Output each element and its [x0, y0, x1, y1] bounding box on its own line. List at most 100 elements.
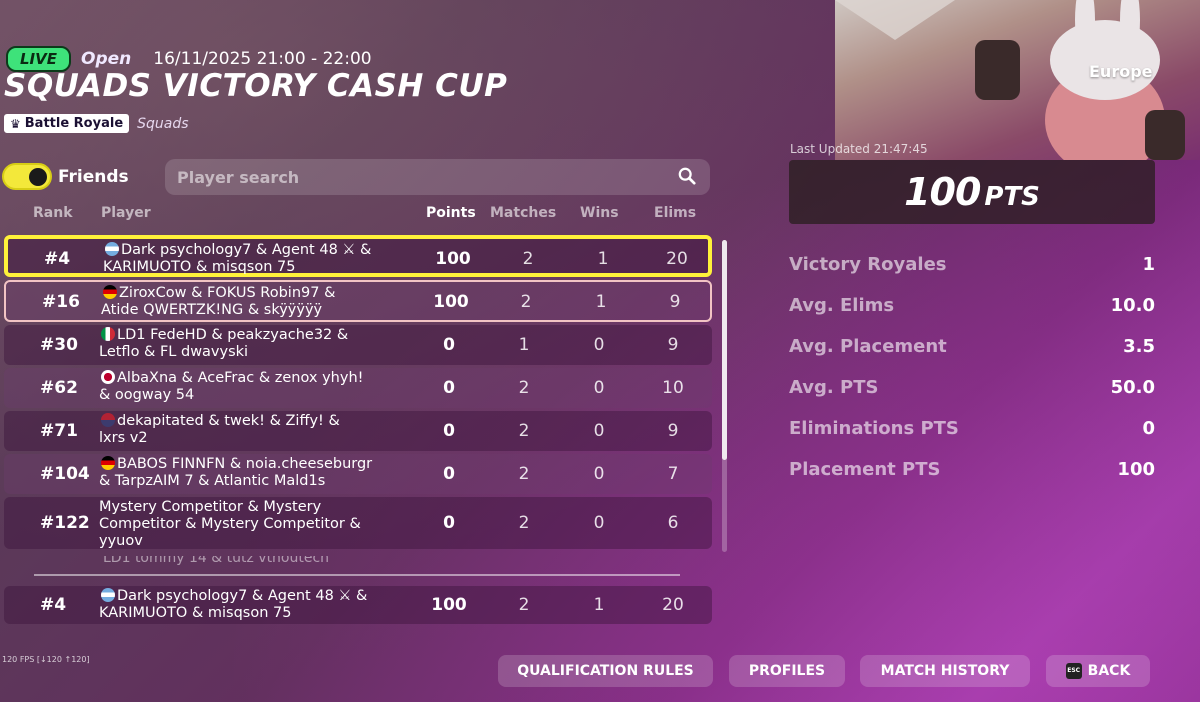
table-row[interactable]: #62 AlbaXna & AceFrac & zenox yhyh! & oo… — [4, 368, 712, 408]
esc-key-icon: ESC — [1065, 663, 1082, 679]
stat-value: 1 — [1142, 254, 1155, 275]
row-wins: 1 — [593, 595, 605, 615]
stat-label: Avg. PTS — [789, 377, 879, 398]
table-row[interactable]: #30 LD1 FedeHD & peakzyache32 & Letflo &… — [4, 325, 712, 365]
back-label: BACK — [1087, 663, 1131, 679]
flag-icon — [101, 370, 115, 384]
row-matches: 2 — [518, 595, 530, 615]
player-line: Dark psychology7 & Agent 48 ⚔ & — [121, 242, 372, 258]
friends-toggle[interactable] — [2, 163, 52, 190]
row-elims: 9 — [669, 292, 681, 312]
stat-label: Placement PTS — [789, 459, 941, 480]
stat-value: 10.0 — [1110, 295, 1155, 316]
player-line: Competitor & Mystery Competitor & — [99, 516, 361, 532]
fps-counter: 120 FPS [↓120 ↑120] — [2, 655, 90, 664]
row-matches: 2 — [518, 513, 530, 533]
player-line: AlbaXna & AceFrac & zenox yhyh! — [117, 370, 364, 386]
player-line: KARIMUOTO & misqson 75 — [103, 259, 296, 275]
player-line: & TarpzAIM 7 & Atlantic Mald1s — [99, 473, 326, 489]
search-icon[interactable] — [678, 167, 696, 185]
row-wins: 1 — [595, 292, 607, 312]
flag-icon — [103, 285, 117, 299]
stat-row: Avg. PTS 50.0 — [789, 377, 1155, 401]
row-elims: 9 — [667, 421, 679, 441]
event-title: SQUADS VICTORY CASH CUP — [4, 68, 508, 104]
stat-value: 50.0 — [1110, 377, 1155, 398]
player-line: KARIMUOTO & misqson 75 — [99, 605, 292, 621]
row-points: 0 — [443, 464, 455, 484]
pinned-row[interactable]: #4 Dark psychology7 & Agent 48 ⚔ & KARIM… — [4, 586, 712, 624]
mode-sub-label: Squads — [137, 115, 189, 132]
row-player: ZiroxCow & FOKUS Robin97 & Atide QWERTZK… — [101, 285, 411, 319]
flag-icon — [105, 242, 119, 256]
mode-tag-label: Battle Royale — [24, 116, 124, 131]
row-player: dekapitated & twek! & Ziffy! & lxrs v2 — [99, 413, 409, 447]
player-line: BABOS FINNFN & noia.cheeseburgr — [117, 456, 373, 472]
player-line: lxrs v2 — [99, 430, 148, 446]
scrollbar-thumb[interactable] — [722, 240, 727, 460]
row-wins: 0 — [593, 378, 605, 398]
row-matches: 2 — [518, 421, 530, 441]
divider — [34, 574, 680, 576]
row-elims: 20 — [666, 249, 688, 269]
stat-value: 0 — [1142, 418, 1155, 439]
col-wins: Wins — [580, 205, 619, 221]
row-matches: 2 — [518, 378, 530, 398]
row-elims: 20 — [662, 595, 684, 615]
row-rank: #4 — [40, 595, 67, 615]
profiles-button[interactable]: PROFILES — [729, 655, 845, 687]
row-wins: 1 — [597, 249, 609, 269]
table-row[interactable]: #4 Dark psychology7 & Agent 48 ⚔ & KARIM… — [4, 235, 712, 277]
stat-label: Victory Royales — [789, 254, 947, 275]
row-wins: 0 — [593, 464, 605, 484]
search-placeholder: Player search — [177, 168, 300, 187]
row-rank: #16 — [42, 292, 80, 312]
table-scrollbar[interactable] — [722, 240, 727, 552]
row-rank: #30 — [40, 335, 78, 355]
row-elims: 10 — [662, 378, 684, 398]
crown-icon: ♛ — [10, 116, 21, 131]
last-updated: Last Updated 21:47:45 — [790, 142, 928, 156]
match-history-button[interactable]: MATCH HISTORY — [860, 655, 1030, 687]
table-row[interactable]: #104 BABOS FINNFN & noia.cheeseburgr & T… — [4, 454, 712, 494]
player-line: dekapitated & twek! & Ziffy! & — [117, 413, 340, 429]
player-line: LD1 FedeHD & peakzyache32 & — [117, 327, 349, 343]
table-row[interactable]: #71 dekapitated & twek! & Ziffy! & lxrs … — [4, 411, 712, 451]
row-points: 100 — [433, 292, 469, 312]
table-row[interactable]: #122 Mystery Competitor & Mystery Compet… — [4, 497, 712, 549]
row-matches: 1 — [518, 335, 530, 355]
stat-value: 3.5 — [1123, 336, 1155, 357]
qualification-rules-button[interactable]: QUALIFICATION RULES — [498, 655, 713, 687]
player-line: & oogway 54 — [99, 387, 195, 403]
row-wins: 0 — [593, 513, 605, 533]
mode-row: ♛ Battle Royale Squads — [4, 114, 189, 133]
player-line: yyuov — [99, 533, 143, 549]
row-wins: 0 — [593, 421, 605, 441]
stat-label: Eliminations PTS — [789, 418, 959, 439]
back-button[interactable]: ESC BACK — [1046, 655, 1150, 687]
row-player: AlbaXna & AceFrac & zenox yhyh! & oogway… — [99, 370, 409, 404]
total-points-unit: PTS — [984, 182, 1040, 212]
player-line: Atide QWERTZK!NG & skÿÿÿÿÿ — [101, 302, 323, 318]
table-row[interactable]: #16 ZiroxCow & FOKUS Robin97 & Atide QWE… — [4, 280, 712, 322]
col-matches: Matches — [490, 205, 557, 221]
row-player: LD1 FedeHD & peakzyache32 & Letflo & FL … — [99, 327, 409, 361]
stat-label: Avg. Elims — [789, 295, 895, 316]
row-rank: #122 — [40, 513, 90, 533]
row-wins: 0 — [593, 335, 605, 355]
player-line: Letflo & FL dwavyski — [99, 344, 249, 360]
row-rank: #104 — [40, 464, 90, 484]
stat-row: Eliminations PTS 0 — [789, 418, 1155, 442]
row-points: 0 — [443, 335, 455, 355]
table-header: Rank Player Points Matches Wins Elims — [0, 205, 715, 225]
player-search-input[interactable]: Player search — [165, 159, 710, 195]
total-points-box: 100 PTS — [789, 160, 1155, 224]
row-rank: #62 — [40, 378, 78, 398]
player-line: ZiroxCow & FOKUS Robin97 & — [119, 285, 336, 301]
friends-label: Friends — [58, 167, 129, 187]
mode-tag: ♛ Battle Royale — [4, 114, 130, 133]
region-label: Europe — [1089, 62, 1153, 81]
col-elims: Elims — [654, 205, 697, 221]
row-points: 100 — [435, 249, 471, 269]
row-elims: 6 — [667, 513, 679, 533]
